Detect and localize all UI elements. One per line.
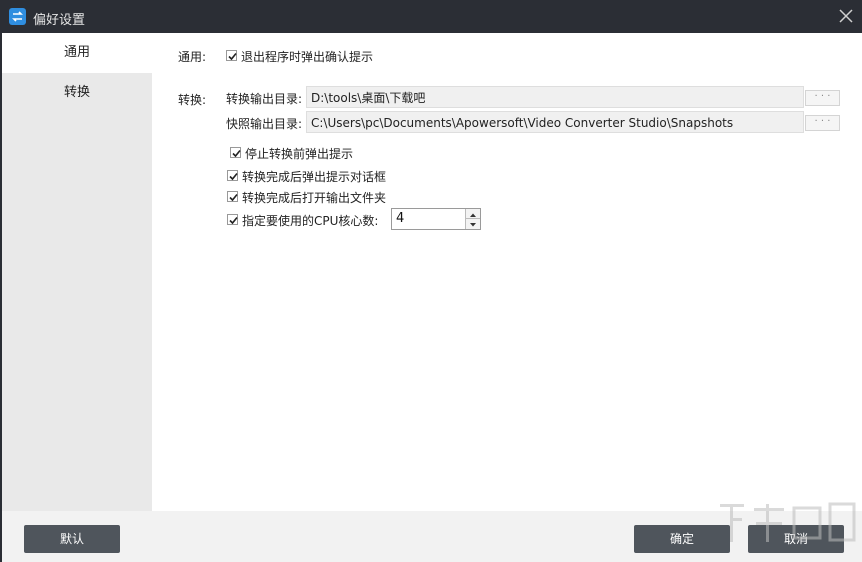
watermark-graphic — [720, 502, 856, 542]
cpu-cores-checkbox[interactable] — [227, 214, 238, 225]
general-section-label: 通用: — [178, 50, 207, 64]
sidebar: 通用 转换 — [2, 33, 152, 511]
window-title: 偏好设置 — [33, 13, 86, 28]
output-dir-field[interactable]: D:\tools\桌面\下载吧 — [306, 86, 804, 108]
ok-button[interactable]: 确定 — [634, 525, 730, 553]
exit-confirm-label: 退出程序时弹出确认提示 — [241, 50, 374, 64]
snapshot-dir-browse-button[interactable]: · · · — [805, 115, 840, 131]
complete-dialog-label: 转换完成后弹出提示对话框 — [242, 170, 387, 184]
complete-dialog-checkbox[interactable] — [227, 170, 238, 181]
snapshot-dir-label: 快照输出目录: — [226, 117, 303, 131]
output-dir-label: 转换输出目录: — [226, 92, 303, 106]
snapshot-dir-field[interactable]: C:\Users\pc\Documents\Apowersoft\Video C… — [306, 111, 804, 133]
sidebar-item-general[interactable]: 通用 — [2, 33, 152, 73]
cpu-cores-value[interactable]: 4 — [396, 209, 404, 229]
cpu-cores-stepper[interactable]: 4 — [391, 208, 481, 230]
stop-convert-prompt-checkbox[interactable] — [230, 147, 241, 158]
spin-down-icon[interactable] — [466, 219, 480, 229]
open-folder-label: 转换完成后打开输出文件夹 — [242, 191, 387, 205]
stop-convert-prompt-label: 停止转换前弹出提示 — [245, 147, 354, 161]
open-folder-checkbox[interactable] — [227, 191, 238, 202]
close-icon[interactable] — [836, 6, 856, 26]
settings-panel: 通用: 退出程序时弹出确认提示 转换: 转换输出目录: D:\tools\桌面\… — [152, 33, 862, 511]
stepper-buttons — [465, 209, 480, 229]
sidebar-item-convert[interactable]: 转换 — [2, 73, 152, 113]
default-button[interactable]: 默认 — [24, 525, 120, 553]
spin-up-icon[interactable] — [466, 209, 480, 219]
exit-confirm-checkbox[interactable] — [226, 50, 237, 61]
watermark-logo — [718, 500, 858, 554]
app-logo-icon — [9, 8, 26, 25]
convert-section-label: 转换: — [178, 93, 207, 107]
title-bar: 偏好设置 — [0, 0, 862, 33]
cpu-cores-label: 指定要使用的CPU核心数: — [242, 214, 379, 228]
output-dir-browse-button[interactable]: · · · — [805, 90, 840, 106]
